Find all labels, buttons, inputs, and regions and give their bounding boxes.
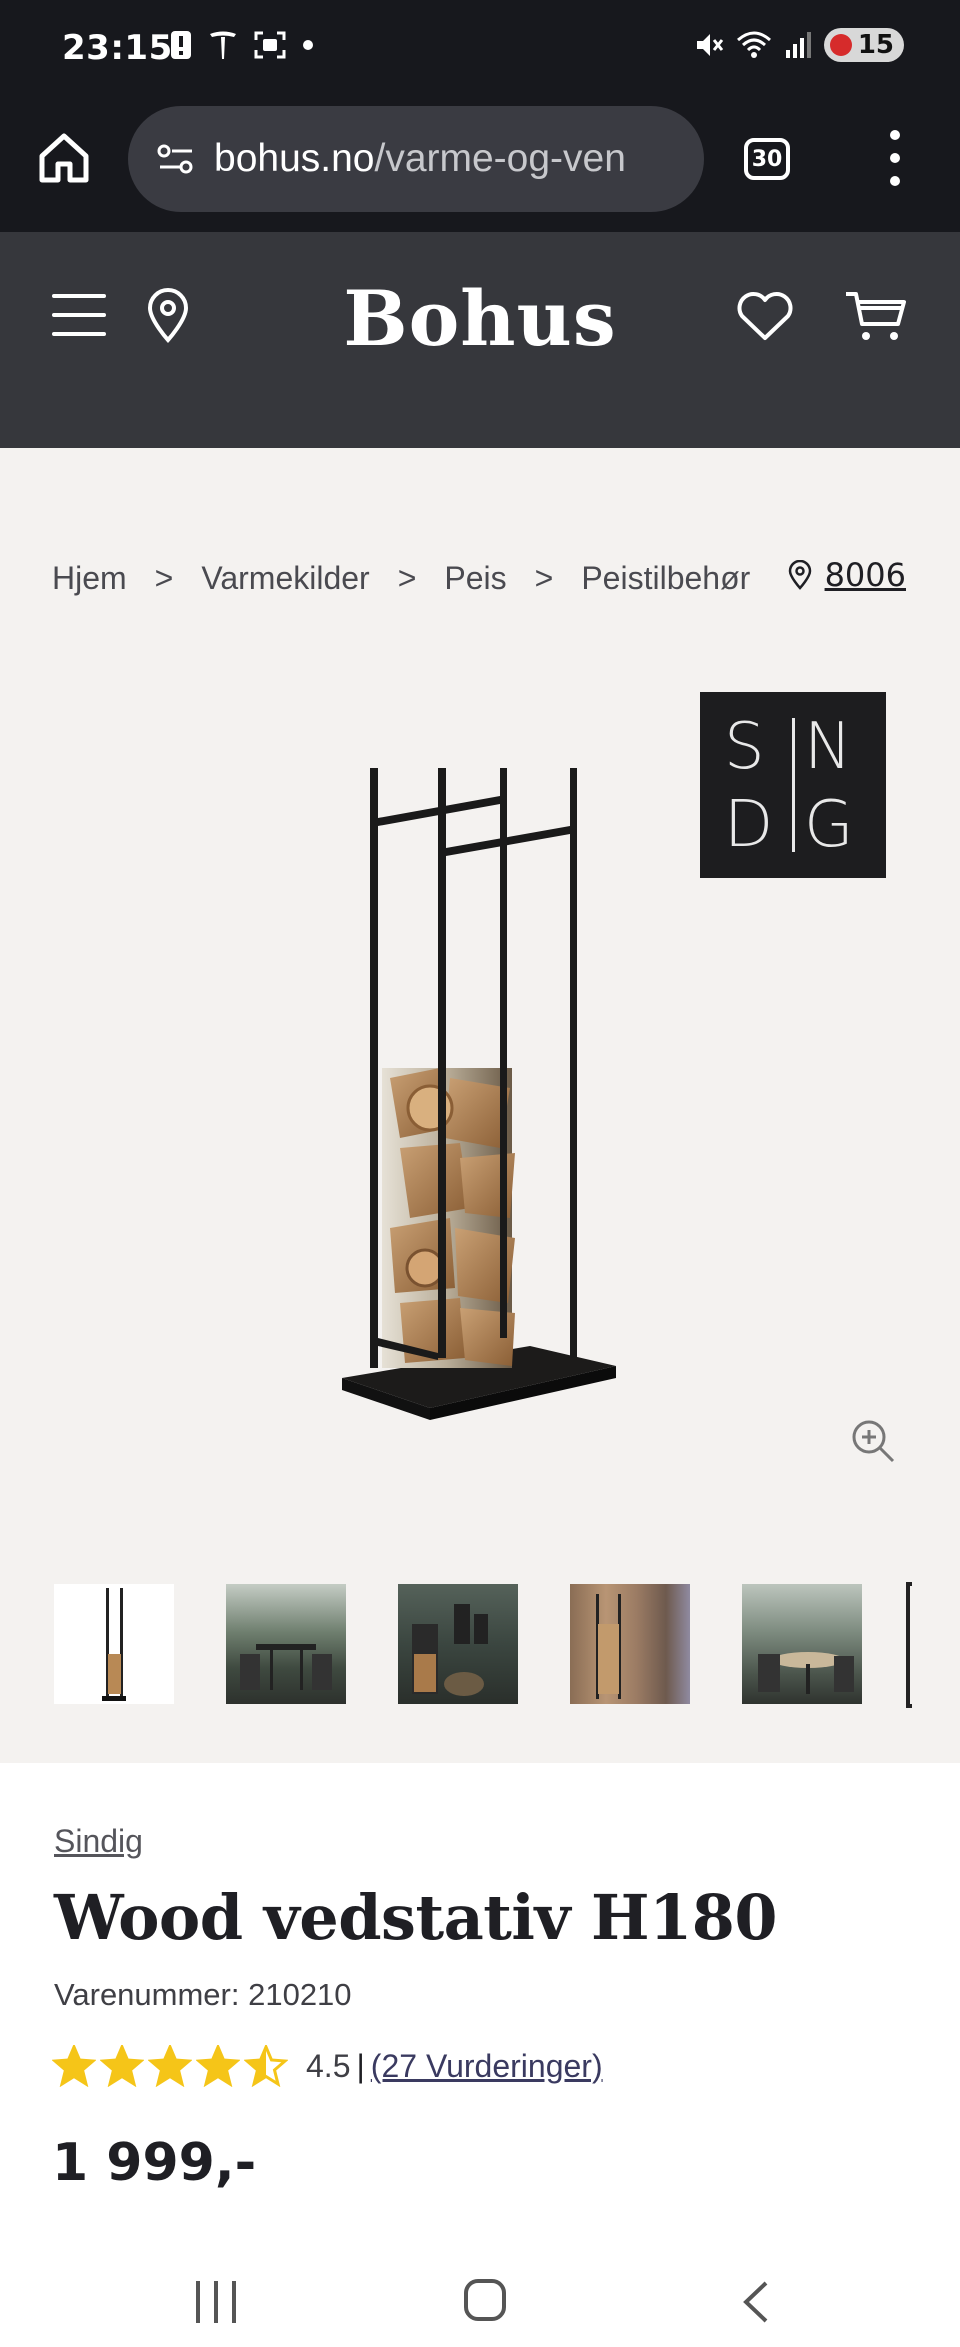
breadcrumb-item-hjem[interactable]: Hjem xyxy=(52,560,127,597)
brand-link[interactable]: Sindig xyxy=(54,1823,143,1860)
store-selector[interactable]: 8006 xyxy=(787,556,906,594)
badge-letter: G xyxy=(804,788,854,862)
tabs-button[interactable]: 30 xyxy=(744,138,790,180)
breadcrumb-separator: > xyxy=(397,560,417,596)
star-icon xyxy=(244,2045,288,2087)
product-title: Wood vedstativ H180 xyxy=(54,1881,778,1954)
home-icon[interactable] xyxy=(36,130,92,186)
cart-icon[interactable] xyxy=(844,288,908,344)
url-host: bohus.no xyxy=(214,137,375,180)
product-price: 1 999,- xyxy=(52,2133,257,2193)
back-icon[interactable] xyxy=(740,2279,770,2325)
mute-icon xyxy=(696,34,723,56)
product-gallery-section: Hjem > Varmekilder > Peis > Peistilbehør… xyxy=(0,448,960,1763)
reviews-link[interactable]: (27 Vurderinger) xyxy=(371,2048,603,2085)
rating-value: 4.5 xyxy=(306,2047,351,2084)
breadcrumb: Hjem > Varmekilder > Peis > Peistilbehør xyxy=(52,560,750,597)
brand-badge-sindig: S N D G xyxy=(700,692,886,878)
rating-separator: | xyxy=(356,2047,365,2084)
dot-icon xyxy=(303,40,313,50)
zoom-icon[interactable] xyxy=(850,1418,896,1464)
browser-toolbar: bohus.no/varme-og-ven 30 xyxy=(0,100,960,232)
star-icon xyxy=(148,2045,192,2087)
badge-letter: S xyxy=(724,710,765,784)
system-nav-bar xyxy=(0,2263,960,2347)
breadcrumb-separator: > xyxy=(534,560,554,596)
product-info: Sindig Wood vedstativ H180 Varenummer: 2… xyxy=(0,1763,960,2263)
rating-stars xyxy=(52,2045,288,2087)
status-bar: 23:15 15 xyxy=(0,0,960,100)
screenshot-icon xyxy=(254,31,286,59)
badge-divider xyxy=(792,718,795,852)
store-pin-icon xyxy=(788,560,811,590)
badge-letter: D xyxy=(724,788,774,862)
thumbnail-2[interactable] xyxy=(226,1584,346,1704)
site-settings-icon[interactable] xyxy=(156,142,196,176)
thumbnail-strip xyxy=(54,1584,862,1704)
product-rating: 4.5 | (27 Vurderinger) xyxy=(52,2045,603,2087)
thumbnail-4[interactable] xyxy=(570,1584,690,1704)
url-text[interactable]: bohus.no/varme-og-ven xyxy=(214,137,626,181)
product-image[interactable] xyxy=(330,748,630,1448)
home-nav-icon[interactable] xyxy=(464,2279,506,2321)
thumbnail-more-indicator[interactable] xyxy=(906,1582,912,1708)
url-bar[interactable]: bohus.no/varme-og-ven xyxy=(128,106,704,212)
site-header: Bohus xyxy=(0,232,960,448)
status-right-icons: 15 xyxy=(694,28,904,62)
store-code-link[interactable]: 8006 xyxy=(825,556,906,594)
breadcrumb-item-peis[interactable]: Peis xyxy=(444,560,506,597)
tesla-icon xyxy=(210,31,236,59)
recent-apps-icon[interactable] xyxy=(196,2281,236,2323)
battery-icon: 15 xyxy=(823,28,904,62)
badge-letter: N xyxy=(804,710,852,784)
status-time: 23:15 xyxy=(62,28,173,68)
star-icon xyxy=(52,2045,96,2087)
url-path: /varme-og-ven xyxy=(374,137,626,180)
star-icon xyxy=(196,2045,240,2087)
signal-icon xyxy=(785,32,811,58)
thumbnail-3[interactable] xyxy=(398,1584,518,1704)
breadcrumb-item-peistilbehor[interactable]: Peistilbehør xyxy=(581,560,750,597)
alert-icon xyxy=(171,31,191,59)
browser-menu-icon[interactable] xyxy=(880,130,910,186)
star-icon xyxy=(100,2045,144,2087)
thumbnail-5[interactable] xyxy=(742,1584,862,1704)
wishlist-heart-icon[interactable] xyxy=(736,290,794,342)
site-logo[interactable]: Bohus xyxy=(0,274,960,363)
status-left-icons xyxy=(170,30,314,60)
thumbnail-1[interactable] xyxy=(54,1584,174,1704)
breadcrumb-separator: > xyxy=(154,560,174,596)
battery-level: 15 xyxy=(857,30,894,60)
wifi-icon xyxy=(736,31,771,58)
product-sku: Varenummer: 210210 xyxy=(54,1977,352,2012)
breadcrumb-item-varmekilder[interactable]: Varmekilder xyxy=(201,560,369,597)
